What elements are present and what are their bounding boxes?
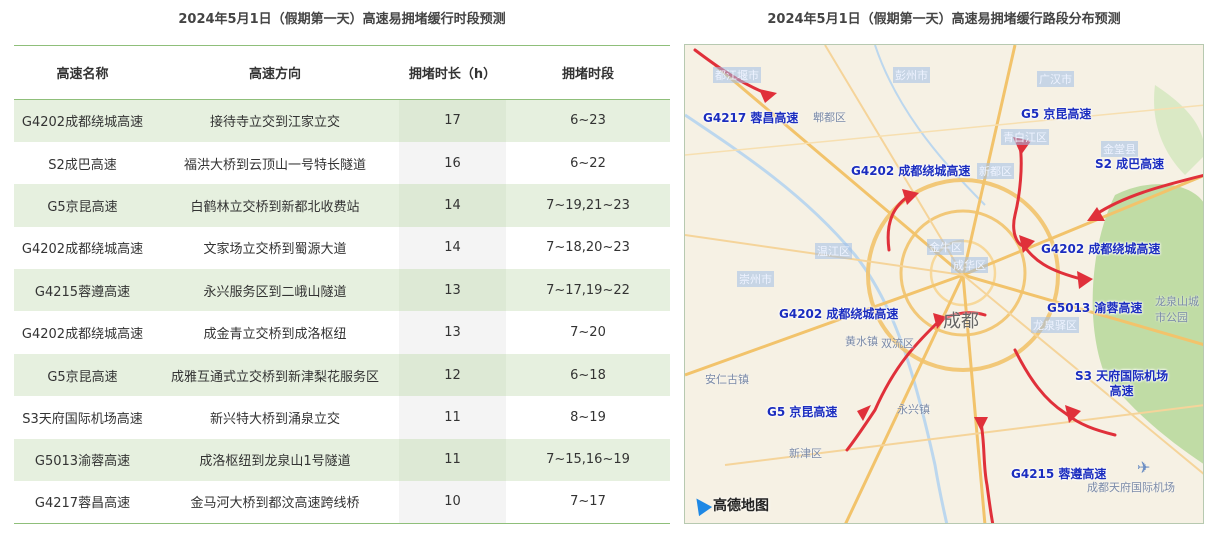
cell-name: S3天府国际机场高速 bbox=[22, 411, 143, 427]
cell-direction: 成金青立交桥到成洛枢纽 bbox=[203, 327, 347, 343]
table-row: G4215蓉遵高速 永兴服务区到二峨山隧道 13 7~17,19~22 bbox=[14, 269, 670, 312]
place-chenghua: 成华区 bbox=[951, 257, 988, 273]
cell-direction: 成洛枢纽到龙泉山1号隧道 bbox=[199, 454, 351, 470]
table-row: G4202成都绕城高速 接待寺立交到江家立交 17 6~23 bbox=[14, 99, 670, 142]
place-yongxing: 永兴镇 bbox=[897, 403, 930, 416]
cell-direction: 白鹤林立交桥到新都北收费站 bbox=[190, 199, 360, 215]
cell-name: G4202成都绕城高速 bbox=[21, 242, 144, 258]
cell-period: 8~19 bbox=[570, 409, 606, 425]
table-row: G4217蓉昌高速 金马河大桥到都汶高速跨线桥 10 7~17 bbox=[14, 481, 670, 524]
place-qingbaijiang: 青白江区 bbox=[1001, 129, 1049, 145]
place-jintang: 金堂县 bbox=[1101, 141, 1138, 157]
amap-logo-icon bbox=[689, 493, 713, 517]
header-direction: 高速方向 bbox=[248, 67, 301, 82]
place-guanghan: 广汉市 bbox=[1037, 71, 1074, 87]
cell-name: G4202成都绕城高速 bbox=[21, 115, 144, 131]
cell-period: 6~22 bbox=[570, 155, 606, 171]
cell-hours: 14 bbox=[399, 184, 506, 227]
cell-direction: 永兴服务区到二峨山隧道 bbox=[203, 284, 347, 300]
cell-direction: 新兴特大桥到涌泉立交 bbox=[209, 411, 340, 427]
table-title: 2024年5月1日（假期第一天）高速易拥堵缓行时段预测 bbox=[178, 12, 506, 27]
table-row: G5013渝蓉高速 成洛枢纽到龙泉山1号隧道 11 7~15,16~19 bbox=[14, 438, 670, 482]
cell-direction: 福洪大桥到云顶山一号特长隧道 bbox=[183, 157, 366, 173]
table-header-row: 高速名称 高速方向 拥堵时长（h） 拥堵时段 bbox=[14, 45, 670, 100]
cell-hours: 11 bbox=[399, 396, 506, 439]
cell-period: 7~17 bbox=[570, 494, 606, 510]
place-dujiangyan: 都江堰市 bbox=[713, 67, 761, 83]
route-label-g4202-west: G4202 成都绕城高速 bbox=[779, 307, 899, 321]
route-label-s3: S3 天府国际机场 高速 bbox=[1075, 369, 1169, 398]
cell-direction: 成雅互通式立交桥到新津梨花服务区 bbox=[170, 369, 379, 385]
cell-name: G5京昆高速 bbox=[47, 199, 118, 215]
cell-period: 7~20 bbox=[570, 325, 606, 341]
place-longquanshan: 龙泉山城市公园 bbox=[1155, 295, 1199, 324]
route-arrow bbox=[1077, 271, 1093, 289]
cell-period: 6~23 bbox=[570, 113, 606, 129]
place-chengdu: 成都 bbox=[943, 311, 979, 332]
cell-direction: 接待寺立交到江家立交 bbox=[209, 115, 340, 131]
cell-name: G4217蓉昌高速 bbox=[34, 496, 131, 512]
table-row: S2成巴高速 福洪大桥到云顶山一号特长隧道 16 6~22 bbox=[14, 141, 670, 185]
route-arrow bbox=[759, 89, 777, 103]
cell-direction: 文家场立交桥到蜀源大道 bbox=[203, 242, 347, 258]
amap-logo-text: 高德地图 bbox=[713, 498, 769, 514]
route-label-g5-north: G5 京昆高速 bbox=[1021, 107, 1092, 121]
place-pengzhou: 彭州市 bbox=[893, 67, 930, 83]
route-label-g5013: G5013 渝蓉高速 bbox=[1047, 301, 1143, 315]
cell-period: 7~19,21~23 bbox=[546, 197, 630, 213]
place-shuangliu: 双流区 bbox=[881, 337, 914, 350]
cell-hours: 13 bbox=[399, 311, 506, 354]
cell-period: 7~15,16~19 bbox=[546, 452, 630, 468]
place-wenjiang: 温江区 bbox=[815, 243, 852, 259]
route-label-g4215: G4215 蓉遵高速 bbox=[1011, 467, 1107, 481]
route-label-s2: S2 成巴高速 bbox=[1095, 157, 1165, 171]
airport-icon: ✈ bbox=[1137, 458, 1150, 477]
cell-name: G4215蓉遵高速 bbox=[34, 284, 131, 300]
cell-name: G4202成都绕城高速 bbox=[21, 327, 144, 343]
place-pixian: 郫都区 bbox=[813, 111, 846, 124]
cell-name: G5京昆高速 bbox=[47, 369, 118, 385]
cell-period: 7~18,20~23 bbox=[546, 240, 630, 256]
traffic-map[interactable]: ✈ 都江堰市 彭州市 广汉市 新都区 郫都区 温江区 金牛区 成华区 成都 龙泉… bbox=[684, 44, 1204, 524]
cell-hours: 12 bbox=[399, 353, 506, 397]
cell-period: 7~17,19~22 bbox=[546, 282, 630, 298]
cell-hours: 17 bbox=[399, 99, 506, 142]
map-title: 2024年5月1日（假期第一天）高速易拥堵缓行路段分布预测 bbox=[767, 12, 1121, 27]
place-longquanyi: 龙泉驿区 bbox=[1031, 317, 1079, 333]
header-name: 高速名称 bbox=[56, 67, 109, 82]
cell-hours: 16 bbox=[399, 141, 506, 185]
congestion-table: 高速名称 高速方向 拥堵时长（h） 拥堵时段 G4202成都绕城高速 接待寺立交到… bbox=[14, 45, 670, 524]
place-xinduqu: 新都区 bbox=[977, 163, 1014, 179]
cell-hours: 10 bbox=[399, 481, 506, 524]
cell-name: S2成巴高速 bbox=[48, 157, 117, 173]
route-label-g4202-north: G4202 成都绕城高速 bbox=[851, 164, 971, 178]
header-period: 拥堵时段 bbox=[561, 67, 614, 82]
amap-logo: 高德地图 bbox=[689, 493, 769, 517]
place-xinjin: 新津区 bbox=[789, 447, 822, 460]
cell-period: 6~18 bbox=[570, 367, 606, 383]
place-chongzhou: 崇州市 bbox=[737, 271, 774, 287]
cell-hours: 11 bbox=[399, 438, 506, 482]
table-row: G4202成都绕城高速 文家场立交桥到蜀源大道 14 7~18,20~23 bbox=[14, 226, 670, 270]
cell-hours: 13 bbox=[399, 269, 506, 312]
cell-name: G5013渝蓉高速 bbox=[34, 454, 131, 470]
place-anren: 安仁古镇 bbox=[705, 373, 749, 386]
table-row: G5京昆高速 白鹤林立交桥到新都北收费站 14 7~19,21~23 bbox=[14, 184, 670, 227]
route-label-g5-south: G5 京昆高速 bbox=[767, 405, 838, 419]
table-row: G4202成都绕城高速 成金青立交桥到成洛枢纽 13 7~20 bbox=[14, 311, 670, 354]
cell-direction: 金马河大桥到都汶高速跨线桥 bbox=[190, 496, 360, 512]
header-hours: 拥堵时长（h） bbox=[408, 67, 497, 82]
table-row: G5京昆高速 成雅互通式立交桥到新津梨花服务区 12 6~18 bbox=[14, 353, 670, 397]
table-row: S3天府国际机场高速 新兴特大桥到涌泉立交 11 8~19 bbox=[14, 396, 670, 439]
route-label-g4202-east: G4202 成都绕城高速 bbox=[1041, 242, 1161, 256]
road bbox=[961, 45, 1017, 276]
place-huangshuzhen: 黄水镇 bbox=[845, 335, 878, 348]
place-jinniu: 金牛区 bbox=[927, 239, 964, 255]
route-label-g4217: G4217 蓉昌高速 bbox=[703, 111, 799, 125]
cell-hours: 14 bbox=[399, 226, 506, 270]
